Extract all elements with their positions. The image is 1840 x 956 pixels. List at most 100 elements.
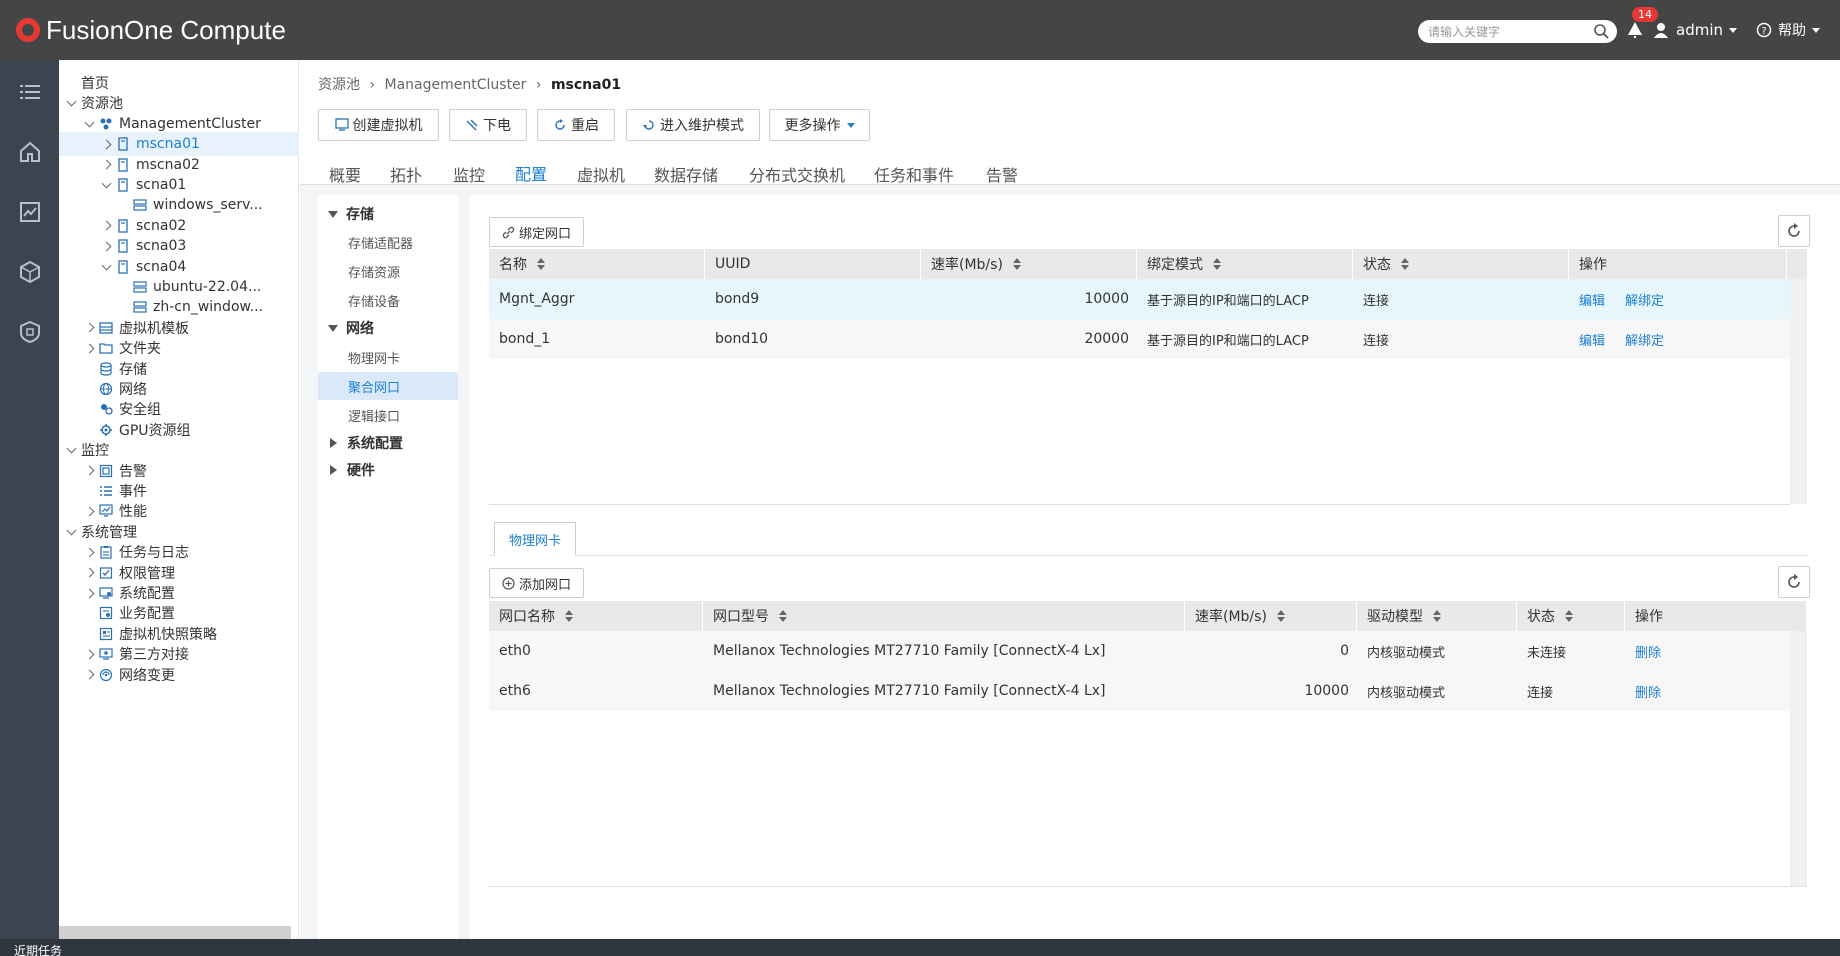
- chevron-right-icon[interactable]: [83, 587, 95, 599]
- search-input[interactable]: [1428, 23, 1588, 40]
- sort-icon[interactable]: [1401, 258, 1409, 270]
- nic-table-row[interactable]: eth6 Mellanox Technologies MT27710 Family…: [489, 671, 1790, 711]
- tree-item-label: ubuntu-22.04...: [153, 279, 262, 295]
- unbind-link[interactable]: 解绑定: [1625, 290, 1664, 309]
- submenu-item-2[interactable]: 存储资源: [318, 257, 458, 285]
- submenu-item-6[interactable]: 聚合网口: [318, 372, 458, 400]
- sort-icon[interactable]: [1276, 610, 1285, 622]
- chevron-right-icon[interactable]: [83, 505, 95, 517]
- sort-icon[interactable]: [537, 258, 545, 270]
- delete-link[interactable]: 删除: [1635, 682, 1661, 701]
- maintenance-mode-button[interactable]: 进入维护模式: [626, 109, 760, 141]
- tree-horizontal-scrollbar[interactable]: [59, 926, 291, 939]
- sort-icon[interactable]: [1213, 258, 1221, 270]
- column-header-4[interactable]: 状态: [1353, 249, 1569, 279]
- recent-tasks-bar[interactable]: 近期任务: [0, 939, 1840, 956]
- chevron-right-icon[interactable]: [100, 159, 112, 171]
- submenu-item-3[interactable]: 存储设备: [318, 286, 458, 314]
- chevron-down-icon[interactable]: [100, 179, 112, 191]
- chevron-right-icon[interactable]: [100, 240, 112, 252]
- sort-icon[interactable]: [779, 610, 787, 622]
- submenu-item-5[interactable]: 物理网卡: [318, 343, 458, 371]
- edit-link[interactable]: 编辑: [1579, 330, 1605, 349]
- bond-table-row[interactable]: Mgnt_Aggr bond9 10000 基于源目的IP和端口的LACP 连接 编辑 解绑…: [489, 279, 1790, 319]
- column-header-5: 操作: [1625, 601, 1807, 631]
- submenu-item-9[interactable]: 硬件: [318, 456, 458, 484]
- column-header-5: 操作: [1569, 249, 1787, 279]
- column-header-label: 速率(Mb/s): [931, 257, 1003, 273]
- chevron-down-icon[interactable]: [65, 444, 77, 456]
- add-port-button[interactable]: 添加网口: [489, 568, 585, 598]
- chevron-down-icon[interactable]: [65, 526, 77, 538]
- column-header-3[interactable]: 绑定模式: [1137, 249, 1353, 279]
- breadcrumb-root[interactable]: 资源池: [318, 77, 360, 93]
- tree-item-29[interactable]: 网络变更: [59, 663, 299, 687]
- sort-icon[interactable]: [1565, 610, 1573, 622]
- tree-item-label: mscna01: [136, 136, 200, 153]
- submenu-item-4[interactable]: 网络: [318, 314, 458, 342]
- bond-speed-cell: 20000: [1084, 331, 1129, 347]
- chevron-right-icon[interactable]: [83, 465, 95, 477]
- column-header-label: 操作: [1579, 257, 1607, 273]
- create-vm-button[interactable]: 创建虚拟机: [318, 109, 439, 141]
- more-actions-button[interactable]: 更多操作: [769, 109, 870, 141]
- column-header-0[interactable]: 网口名称: [489, 601, 703, 631]
- chevron-right-icon[interactable]: [100, 138, 112, 150]
- nic-status-cell: 未连接: [1527, 645, 1567, 661]
- chevron-right-icon[interactable]: [83, 567, 95, 579]
- nic-refresh-button[interactable]: [1778, 566, 1810, 598]
- bond-table-row[interactable]: bond_1 bond10 20000 基于源目的IP和端口的LACP 连接 编辑 解绑定: [489, 319, 1790, 359]
- sort-icon[interactable]: [565, 610, 573, 622]
- column-header-4[interactable]: 状态: [1517, 601, 1625, 631]
- cube-icon[interactable]: [18, 260, 42, 284]
- help-menu[interactable]: ? 帮助: [1756, 19, 1820, 41]
- home-icon[interactable]: [18, 140, 42, 164]
- sort-icon[interactable]: [1433, 610, 1441, 622]
- column-header-1[interactable]: 网口型号: [703, 601, 1185, 631]
- column-header-0[interactable]: 名称: [489, 249, 705, 279]
- search-icon[interactable]: [1593, 23, 1609, 39]
- resource-tree: 首页 资源池 ManagementCluster mscna01 mscna02 scna…: [59, 60, 299, 939]
- column-header-1: UUID: [705, 249, 921, 279]
- power-off-button[interactable]: 下电: [449, 109, 527, 141]
- logo[interactable]: FusionOne Compute: [16, 14, 286, 46]
- unbind-link[interactable]: 解绑定: [1625, 330, 1664, 349]
- delete-link[interactable]: 删除: [1635, 642, 1661, 661]
- submenu-item-7[interactable]: 逻辑接口: [318, 401, 458, 429]
- bond-table-scrollbar[interactable]: [1790, 279, 1807, 504]
- chevron-right-icon[interactable]: [83, 322, 95, 334]
- service-config-icon: [99, 607, 113, 620]
- tab-physical-nic[interactable]: 物理网卡: [494, 522, 577, 556]
- chevron-down-icon[interactable]: [65, 97, 77, 109]
- chevron-right-icon[interactable]: [83, 648, 95, 660]
- nic-table-row[interactable]: eth0 Mellanox Technologies MT27710 Family…: [489, 631, 1790, 671]
- submenu-item-1[interactable]: 存储适配器: [318, 228, 458, 256]
- nic-name-cell: eth6: [499, 683, 531, 699]
- chevron-down-icon[interactable]: [100, 261, 112, 273]
- breadcrumb-cluster[interactable]: ManagementCluster: [385, 77, 527, 93]
- bond-refresh-button[interactable]: [1778, 215, 1810, 247]
- edit-link[interactable]: 编辑: [1579, 290, 1605, 309]
- submenu-item-0[interactable]: 存储: [318, 200, 458, 228]
- monitor-chart-icon[interactable]: [18, 200, 42, 224]
- restart-button[interactable]: 重启: [537, 109, 615, 141]
- chevron-right-icon[interactable]: [83, 546, 95, 558]
- chevron-down-icon[interactable]: [83, 118, 95, 130]
- bond-uuid-cell: bond10: [715, 331, 769, 347]
- security-shield-icon[interactable]: [18, 320, 42, 344]
- chevron-right-icon[interactable]: [83, 342, 95, 354]
- tree-item-label: 任务与日志: [119, 545, 189, 562]
- nic-table-scrollbar[interactable]: [1790, 631, 1807, 886]
- sort-icon[interactable]: [1012, 258, 1021, 270]
- bind-port-button[interactable]: 绑定网口: [489, 217, 585, 247]
- link-icon: [502, 226, 515, 238]
- column-header-2[interactable]: 速率(Mb/s): [1185, 601, 1357, 631]
- submenu-item-8[interactable]: 系统配置: [318, 429, 458, 457]
- chevron-right-icon[interactable]: [83, 669, 95, 681]
- chevron-right-icon[interactable]: [100, 220, 112, 232]
- user-menu[interactable]: admin: [1654, 19, 1737, 41]
- column-header-2[interactable]: 速率(Mb/s): [921, 249, 1137, 279]
- column-header-3[interactable]: 驱动模型: [1357, 601, 1517, 631]
- menu-list-icon[interactable]: [18, 80, 42, 104]
